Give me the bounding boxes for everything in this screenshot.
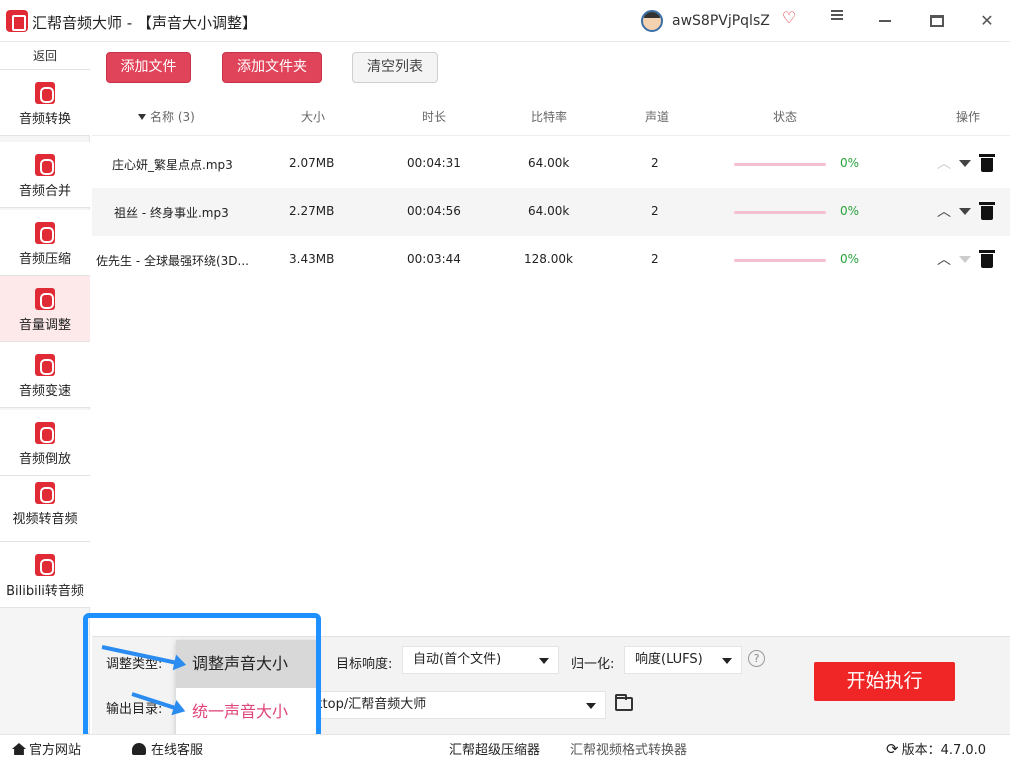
add-file-button[interactable]: 添加文件 [106,52,191,83]
delete-icon[interactable] [979,154,995,172]
file-size: 3.43MB [289,252,335,266]
file-size: 2.07MB [289,156,335,170]
sidebar-item-audio-compress[interactable]: 音频压缩 [0,210,90,276]
user-name[interactable]: awS8PVjPqlsZ [672,13,770,29]
delete-icon[interactable] [979,202,995,220]
menu-icon[interactable] [822,8,852,34]
version-info[interactable]: ⟳ 版本：4.7.0.0 [886,739,986,758]
delete-icon[interactable] [979,250,995,268]
column-bitrate[interactable]: 比特率 [531,108,567,125]
normalize-select[interactable]: 响度(LUFS) [624,646,742,674]
audio-convert-icon [35,82,55,104]
target-loudness-select[interactable]: 自动(首个文件) [402,646,559,674]
online-service-link[interactable]: 在线客服 [132,739,203,758]
file-duration: 00:04:31 [407,156,461,170]
normalize-label: 归一化: [571,657,615,672]
move-up-icon[interactable]: ︿ [937,153,951,173]
move-up-icon[interactable]: ︿ [937,201,951,221]
sidebar: 返回 音频转换 音频合并 音频压缩 音量调整 音频变速 音频倒放 视频转音频 B… [0,42,90,734]
official-website-link[interactable]: 官方网站 [12,739,81,758]
progress-percent: 0% [840,204,860,218]
file-duration: 00:04:56 [407,204,461,218]
column-status: 状态 [773,110,798,124]
vip-heart-icon[interactable]: ♡ [780,9,798,27]
file-size: 2.27MB [289,204,335,218]
sidebar-item-audio-convert[interactable]: 音频转换 [0,70,90,136]
audio-compress-icon [35,222,55,244]
file-name: 庄心妍_繁星点点.mp3 [112,158,233,172]
column-name[interactable]: 名称 (3) [138,108,195,125]
refresh-icon: ⟳ [886,740,899,758]
start-button[interactable]: 开始执行 [814,662,955,701]
video-converter-link[interactable]: 汇帮视频格式转换器 [570,739,687,758]
file-channels: 2 [651,204,659,218]
sidebar-item-bilibili[interactable]: Bilibili转音频 [0,542,90,608]
minimize-icon[interactable] [870,8,900,34]
clear-list-button[interactable]: 清空列表 [352,52,438,83]
add-folder-button[interactable]: 添加文件夹 [222,52,322,83]
move-down-icon[interactable] [959,208,971,215]
volume-adjust-icon [35,288,55,310]
maximize-icon[interactable] [922,8,952,34]
video-to-audio-icon [35,482,55,504]
audio-merge-icon [35,154,55,176]
target-loudness-label: 目标响度: [336,657,393,672]
bilibili-icon [35,554,55,576]
chevron-down-icon [586,703,596,709]
progress-bar [734,163,826,166]
table-row[interactable]: 庄心妍_繁星点点.mp3 2.07MB 00:04:31 64.00k 2 0%… [92,140,1010,188]
progress-bar [734,211,826,214]
table-header: 名称 (3) 大小 时长 比特率 声道 状态 操作 [92,96,1010,136]
file-bitrate: 128.00k [524,252,573,266]
sidebar-item-audio-merge[interactable]: 音频合并 [0,142,90,208]
home-icon [12,743,26,755]
folder-icon[interactable] [615,694,633,711]
status-bar: 官方网站 在线客服 汇帮超级压缩器 汇帮视频格式转换器 ⟳ 版本：4.7.0.0 [0,734,1010,760]
file-name: 佐先生 - 全球最强环绕(3D... [96,254,249,268]
sidebar-item-video-to-audio[interactable]: 视频转音频 [0,476,90,542]
file-name: 祖丝 - 终身事业.mp3 [114,206,229,220]
window-title: 汇帮音频大师 - 【声音大小调整】 [32,14,258,32]
column-duration[interactable]: 时长 [422,108,446,125]
sidebar-item-audio-speed[interactable]: 音频变速 [0,342,90,408]
chevron-down-icon [722,658,732,664]
title-bar: 汇帮音频大师 - 【声音大小调整】 awS8PVjPqlsZ ♡ ✕ [0,0,1010,42]
highlight-frame [83,613,321,739]
app-logo-icon [6,10,28,32]
audio-speed-icon [35,354,55,376]
file-bitrate: 64.00k [528,156,570,170]
output-dir-select[interactable]: ktop/汇帮音频大师 [306,691,606,719]
back-button[interactable]: 返回 [0,42,90,70]
table-row[interactable]: 佐先生 - 全球最强环绕(3D... 3.43MB 00:03:44 128.0… [92,236,1010,284]
progress-percent: 0% [840,156,860,170]
table-row[interactable]: 祖丝 - 终身事业.mp3 2.27MB 00:04:56 64.00k 2 0… [92,188,1010,236]
close-icon[interactable]: ✕ [972,8,1002,34]
column-actions: 操作 [956,110,981,124]
move-down-icon[interactable] [959,256,971,263]
file-channels: 2 [651,252,659,266]
chevron-down-icon [539,658,549,664]
move-up-icon[interactable]: ︿ [937,249,951,269]
sidebar-item-volume-adjust[interactable]: 音量调整 [0,276,90,342]
file-channels: 2 [651,156,659,170]
compressor-link[interactable]: 汇帮超级压缩器 [449,739,540,758]
progress-bar [734,259,826,262]
customer-service-icon [132,743,146,755]
progress-percent: 0% [840,252,860,266]
avatar[interactable] [641,10,663,32]
sort-desc-icon [138,114,146,120]
help-icon[interactable]: ? [748,650,765,667]
column-size[interactable]: 大小 [301,108,325,125]
file-duration: 00:03:44 [407,252,461,266]
column-channels[interactable]: 声道 [645,108,669,125]
sidebar-item-audio-reverse[interactable]: 音频倒放 [0,410,90,476]
move-down-icon[interactable] [959,160,971,167]
file-bitrate: 64.00k [528,204,570,218]
audio-reverse-icon [35,422,55,444]
